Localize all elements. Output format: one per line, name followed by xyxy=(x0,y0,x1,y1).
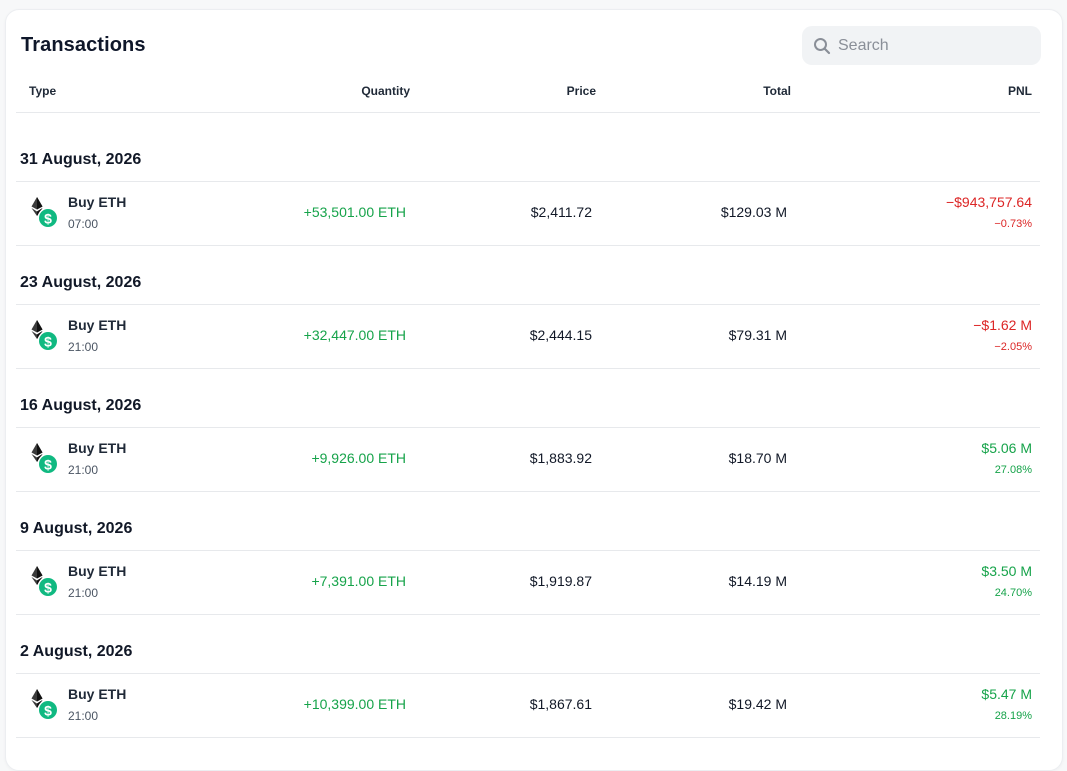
transaction-pnl-percent: −0.73% xyxy=(994,218,1032,230)
transaction-pnl-percent: 28.19% xyxy=(994,710,1032,722)
transaction-pnl: −$1.62 M xyxy=(973,317,1032,333)
transaction-time: 21:00 xyxy=(68,586,99,600)
transaction-pnl-percent: −2.05% xyxy=(994,341,1032,353)
transaction-quantity: +9,926.00 ETH xyxy=(311,450,406,466)
date-heading: 31 August, 2026 xyxy=(20,151,142,168)
eth-usd-icon: $ xyxy=(31,443,59,475)
row-divider xyxy=(16,614,1040,615)
transaction-time: 21:00 xyxy=(68,340,99,354)
date-group: 23 August, 2026 $ Buy ETH 21:00 +32,447.… xyxy=(16,257,1040,380)
eth-usd-icon: $ xyxy=(31,566,59,598)
eth-usd-icon: $ xyxy=(31,197,59,229)
row-divider xyxy=(16,368,1040,369)
table-row[interactable]: $ Buy ETH 21:00 +7,391.00 ETH $1,919.87 … xyxy=(16,550,1040,614)
table-header: Type Quantity Price Total PNL xyxy=(16,84,1040,112)
date-group: 2 August, 2026 $ Buy ETH 21:00 +10,399.0… xyxy=(16,626,1040,749)
row-divider xyxy=(16,245,1040,246)
transaction-quantity: +7,391.00 ETH xyxy=(311,573,406,589)
transaction-price: $1,919.87 xyxy=(529,573,592,589)
transaction-total: $19.42 M xyxy=(728,696,787,712)
transaction-time: 07:00 xyxy=(68,217,99,231)
column-header-type[interactable]: Type xyxy=(29,84,56,98)
transaction-price: $1,867.61 xyxy=(529,696,592,712)
svg-text:$: $ xyxy=(44,580,52,596)
transaction-total: $129.03 M xyxy=(720,204,787,220)
transaction-pnl: $5.06 M xyxy=(981,440,1032,456)
table-row[interactable]: $ Buy ETH 21:00 +9,926.00 ETH $1,883.92 … xyxy=(16,427,1040,491)
transaction-quantity: +53,501.00 ETH xyxy=(303,204,406,220)
transaction-pnl: $5.47 M xyxy=(981,686,1032,702)
date-heading: 23 August, 2026 xyxy=(20,274,142,291)
transaction-price: $2,444.15 xyxy=(529,327,592,343)
transaction-quantity: +32,447.00 ETH xyxy=(303,327,406,343)
transaction-time: 21:00 xyxy=(68,709,99,723)
transaction-pnl-percent: 27.08% xyxy=(994,464,1032,476)
table-row[interactable]: $ Buy ETH 21:00 +32,447.00 ETH $2,444.15… xyxy=(16,304,1040,368)
eth-usd-icon: $ xyxy=(31,689,59,721)
transaction-price: $2,411.72 xyxy=(530,204,592,220)
transaction-total: $14.19 M xyxy=(728,573,787,589)
svg-text:$: $ xyxy=(44,703,52,719)
transaction-total: $18.70 M xyxy=(728,450,787,466)
date-group: 16 August, 2026 $ Buy ETH 21:00 +9,926.0… xyxy=(16,380,1040,503)
svg-text:$: $ xyxy=(44,457,52,473)
row-divider xyxy=(16,737,1040,738)
search-box[interactable] xyxy=(802,26,1041,65)
transaction-quantity: +10,399.00 ETH xyxy=(303,696,406,712)
svg-text:$: $ xyxy=(44,334,52,350)
column-header-total[interactable]: Total xyxy=(763,84,791,98)
search-icon xyxy=(814,38,831,55)
column-header-price[interactable]: Price xyxy=(567,84,596,98)
svg-text:$: $ xyxy=(44,211,52,227)
table-row[interactable]: $ Buy ETH 21:00 +10,399.00 ETH $1,867.61… xyxy=(16,673,1040,737)
header-divider xyxy=(16,112,1040,113)
date-group: 9 August, 2026 $ Buy ETH 21:00 +7,391.00… xyxy=(16,503,1040,626)
row-divider xyxy=(16,491,1040,492)
transaction-type: Buy ETH xyxy=(68,440,127,456)
date-group: 31 August, 2026 $ Buy ETH 07:00 +53,501.… xyxy=(16,134,1040,257)
search-input[interactable] xyxy=(838,26,1033,65)
transaction-time: 21:00 xyxy=(68,463,99,477)
transaction-type: Buy ETH xyxy=(68,563,127,579)
transaction-pnl: $3.50 M xyxy=(981,563,1032,579)
eth-usd-icon: $ xyxy=(31,320,59,352)
transaction-type: Buy ETH xyxy=(68,686,127,702)
transaction-type: Buy ETH xyxy=(68,317,127,333)
date-heading: 2 August, 2026 xyxy=(20,643,133,660)
transaction-total: $79.31 M xyxy=(728,327,787,343)
transaction-price: $1,883.92 xyxy=(529,450,592,466)
column-header-quantity[interactable]: Quantity xyxy=(361,84,410,98)
transaction-pnl: −$943,757.64 xyxy=(945,194,1032,210)
page-title: Transactions xyxy=(21,34,146,56)
date-heading: 16 August, 2026 xyxy=(20,397,142,414)
date-heading: 9 August, 2026 xyxy=(20,520,133,537)
column-header-pnl[interactable]: PNL xyxy=(1008,84,1032,98)
transaction-type: Buy ETH xyxy=(68,194,127,210)
transaction-pnl-percent: 24.70% xyxy=(994,587,1032,599)
table-row[interactable]: $ Buy ETH 07:00 +53,501.00 ETH $2,411.72… xyxy=(16,181,1040,245)
